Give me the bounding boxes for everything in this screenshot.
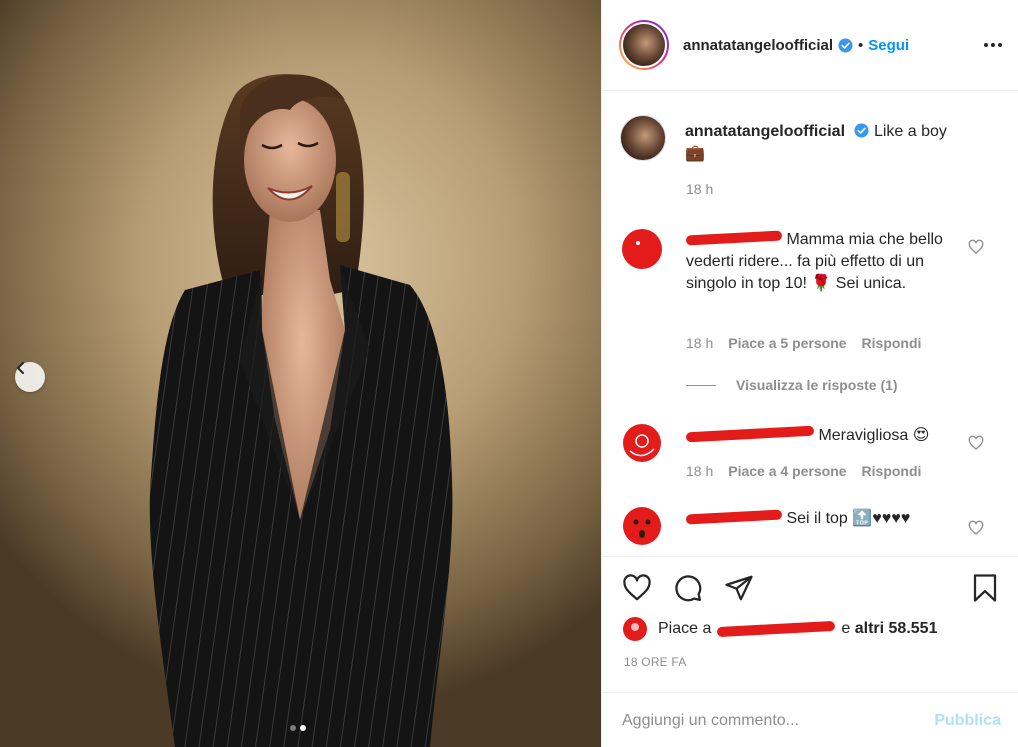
- reply-button[interactable]: Rispondi: [862, 335, 922, 351]
- comment-likes[interactable]: Piace a 5 persone: [728, 335, 846, 351]
- more-icon[interactable]: [984, 43, 1002, 47]
- caption-time[interactable]: 18 h: [686, 181, 713, 197]
- carousel-indicator: [290, 725, 306, 731]
- comment-body: Sei il top 🔝♥♥♥♥: [685, 508, 956, 530]
- caption-text: annatatangeloofficial Like a boy 💼: [685, 121, 947, 165]
- carousel-dot-active: [300, 725, 306, 731]
- redacted-username[interactable]: [685, 425, 815, 443]
- comment-text: Sei il top 🔝♥♥♥♥: [786, 510, 911, 527]
- bookmark-icon: [973, 574, 997, 602]
- heart-icon[interactable]: [968, 435, 984, 451]
- save-button[interactable]: [968, 571, 1002, 605]
- redacted-avatar[interactable]: [620, 614, 650, 644]
- caption-avatar[interactable]: [620, 115, 666, 161]
- heart-icon: [623, 574, 651, 601]
- redacted-username[interactable]: [685, 230, 783, 246]
- likes-connector: e: [841, 620, 851, 637]
- redacted-avatar[interactable]: [620, 504, 666, 550]
- post-side-panel: annatatangeloofficial • Segui annatatang…: [601, 0, 1018, 747]
- chevron-left-icon: [17, 362, 24, 374]
- comment-body: Mamma mia che bello vederti ridere... fa…: [685, 229, 956, 295]
- likes-count[interactable]: altri 58.551: [855, 620, 938, 638]
- add-comment-bar: Pubblica: [602, 692, 1018, 747]
- posted-time[interactable]: 18 ORE FA: [624, 655, 687, 669]
- redacted-avatar[interactable]: [620, 227, 666, 273]
- comment-time[interactable]: 18 h: [686, 335, 713, 351]
- heart-icon[interactable]: [968, 520, 984, 536]
- caption-username[interactable]: annatatangeloofficial: [685, 123, 845, 140]
- replies-divider: [686, 384, 716, 386]
- share-icon: [725, 575, 753, 601]
- comment-time[interactable]: 18 h: [686, 463, 713, 479]
- comment-meta: 18 h Piace a 5 persone Rispondi: [686, 335, 921, 351]
- post-photo[interactable]: [0, 0, 601, 747]
- heart-icon[interactable]: [968, 239, 984, 255]
- comment-icon: [675, 575, 702, 602]
- comment-body: Meravigliosa 😍: [685, 425, 956, 447]
- likes-prefix: Piace a: [658, 620, 712, 637]
- comment-likes[interactable]: Piace a 4 persone: [728, 463, 846, 479]
- reply-button[interactable]: Rispondi: [862, 463, 922, 479]
- redacted-username[interactable]: [717, 620, 836, 638]
- redacted-avatar[interactable]: [620, 421, 666, 467]
- post-header: annatatangeloofficial • Segui: [602, 0, 1018, 91]
- header-separator: •: [858, 36, 864, 54]
- carousel-prev-button[interactable]: [15, 362, 45, 392]
- like-button[interactable]: [620, 571, 654, 605]
- redacted-username[interactable]: [685, 509, 783, 525]
- comment-text: Meravigliosa 😍: [818, 427, 930, 444]
- comments-list[interactable]: annatatangeloofficial Like a boy 💼 18 h …: [602, 91, 1018, 556]
- follow-button[interactable]: Segui: [868, 37, 909, 54]
- publish-button[interactable]: Pubblica: [934, 712, 1001, 730]
- verified-badge-icon: [838, 37, 853, 53]
- share-button[interactable]: [722, 571, 756, 605]
- post-actions: Piace a e altri 58.551 18 ORE FA Pubblic…: [602, 556, 1018, 747]
- verified-badge-icon: [854, 123, 870, 138]
- likes-summary[interactable]: Piace a e altri 58.551: [620, 614, 937, 644]
- caption-emoji: 💼: [685, 145, 705, 162]
- carousel-dot: [290, 725, 296, 731]
- caption-body: Like a boy: [873, 123, 947, 140]
- comment-input[interactable]: [622, 711, 935, 730]
- author-username[interactable]: annatatangeloofficial: [683, 37, 833, 54]
- action-icons: [620, 571, 756, 605]
- comment-button[interactable]: [671, 571, 705, 605]
- comment-meta: 18 h Piace a 4 persone Rispondi: [686, 463, 921, 479]
- photo-illustration: [149, 74, 453, 747]
- view-replies-label: Visualizza le risposte (1): [736, 377, 898, 393]
- view-replies-button[interactable]: Visualizza le risposte (1): [686, 377, 898, 393]
- author-avatar[interactable]: [619, 20, 669, 70]
- post-caption: annatatangeloofficial Like a boy 💼: [620, 115, 1000, 165]
